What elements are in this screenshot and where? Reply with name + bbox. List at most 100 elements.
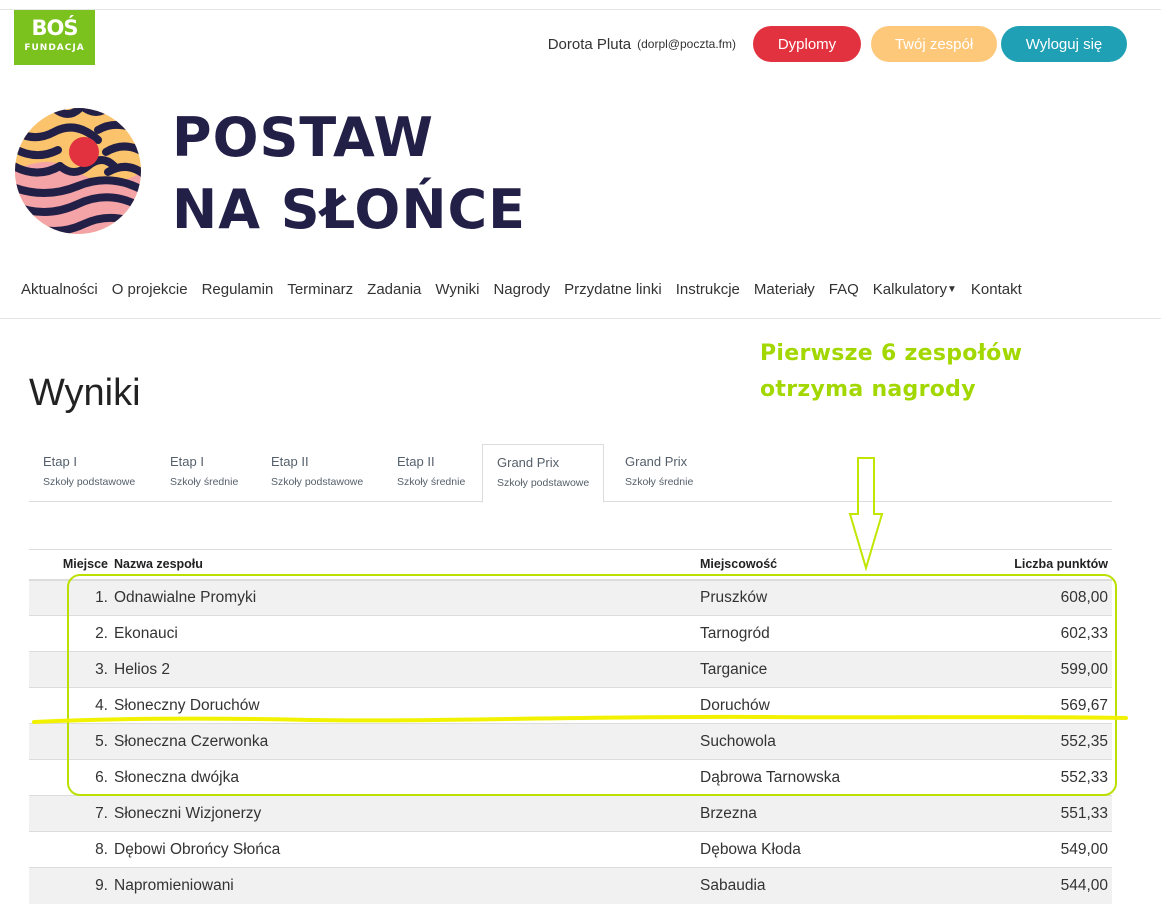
tab-title: Etap II (271, 454, 309, 469)
table-row: 5. Słoneczna Czerwonka Suchowola 552,35 (29, 723, 1112, 760)
tab-subtitle: Szkoły średnie (170, 476, 239, 488)
bos-logo-subtext: FUNDACJA (24, 43, 85, 53)
row-city: Dąbrowa Tarnowska (700, 759, 900, 796)
tab-grand-prix-primary[interactable]: Grand Prix Szkoły podstawowe (482, 444, 605, 503)
tab-subtitle: Szkoły średnie (625, 476, 694, 488)
row-points: 602,33 (900, 615, 1112, 652)
tab-stage-1-secondary[interactable]: Etap I Szkoły średnie (156, 444, 252, 502)
tab-subtitle: Szkoły podstawowe (43, 476, 136, 488)
table-row: 8. Dębowi Obrońcy Słońca Dębowa Kłoda 54… (29, 831, 1112, 868)
user-bar: Dorota Pluta (dorpl@poczta.fm) Dyplomy T… (548, 26, 1127, 62)
row-points: 544,00 (900, 867, 1112, 904)
diplomas-button[interactable]: Dyplomy (753, 26, 861, 62)
row-team-name: Napromieniowani (111, 867, 700, 904)
row-place: 3. (29, 651, 111, 688)
nav-item-schedule[interactable]: Terminarz (280, 281, 360, 298)
row-team-name: Słoneczny Doruchów (111, 687, 700, 724)
tab-subtitle: Szkoły podstawowe (271, 476, 364, 488)
row-points: 608,00 (900, 579, 1112, 616)
table-row: 4. Słoneczny Doruchów Doruchów 569,67 (29, 687, 1112, 724)
nav-item-tasks[interactable]: Zadania (360, 281, 428, 298)
tab-grand-prix-secondary[interactable]: Grand Prix Szkoły średnie (611, 444, 707, 502)
row-team-name: Dębowi Obrońcy Słońca (111, 831, 700, 868)
tab-title: Etap II (397, 454, 435, 469)
tab-title: Etap I (43, 454, 77, 469)
column-header-place: Miejsce (29, 549, 111, 581)
prize-annotation: Pierwsze 6 zespołów otrzyma nagrody (760, 336, 1022, 408)
tab-subtitle: Szkoły podstawowe (497, 477, 590, 489)
nav-item-prizes[interactable]: Nagrody (486, 281, 557, 298)
tab-stage-2-primary[interactable]: Etap II Szkoły podstawowe (257, 444, 377, 502)
nav-item-calculators[interactable]: Kalkulatory▼ (866, 281, 964, 298)
row-team-name: Helios 2 (111, 651, 700, 688)
results-tabs: Etap I Szkoły podstawowe Etap I Szkoły ś… (29, 444, 1112, 503)
table-row: 9. Napromieniowani Sabaudia 544,00 (29, 867, 1112, 904)
table-row: 6. Słoneczna dwójka Dąbrowa Tarnowska 55… (29, 759, 1112, 796)
row-points: 549,00 (900, 831, 1112, 868)
nav-item-calculators-label: Kalkulatory (872, 281, 947, 298)
user-email: (dorpl@poczta.fm) (637, 37, 736, 51)
column-header-points: Liczba punktów (900, 549, 1112, 581)
row-place: 1. (29, 579, 111, 616)
column-header-city: Miejscowość (700, 549, 900, 581)
row-city: Sabaudia (700, 867, 900, 904)
row-city: Targanice (700, 651, 900, 688)
nav-item-results[interactable]: Wyniki (428, 281, 486, 298)
annotation-line-2: otrzyma nagrody (760, 377, 976, 402)
nav-item-faq[interactable]: FAQ (822, 281, 866, 298)
sun-logo-icon[interactable] (14, 100, 142, 242)
nav-item-rules[interactable]: Regulamin (195, 281, 281, 298)
nav-item-materials[interactable]: Materiały (747, 281, 822, 298)
row-city: Doruchów (700, 687, 900, 724)
table-row: 7. Słoneczni Wizjonerzy Brzezna 551,33 (29, 795, 1112, 832)
row-points: 552,33 (900, 759, 1112, 796)
row-team-name: Ekonauci (111, 615, 700, 652)
row-team-name: Słoneczni Wizjonerzy (111, 795, 700, 832)
site-title-line-2: NA SŁOŃCE (172, 178, 527, 241)
nav-item-about[interactable]: O projekcie (105, 281, 195, 298)
row-place: 6. (29, 759, 111, 796)
row-team-name: Odnawialne Promyki (111, 579, 700, 616)
row-team-name: Słoneczna Czerwonka (111, 723, 700, 760)
caret-down-icon: ▼ (946, 284, 957, 295)
page-title: Wyniki (29, 372, 141, 414)
nav-item-news[interactable]: Aktualności (14, 281, 105, 298)
table-row: 1. Odnawialne Promyki Pruszków 608,00 (29, 579, 1112, 616)
tab-title: Grand Prix (497, 455, 560, 470)
tab-stage-1-primary[interactable]: Etap I Szkoły podstawowe (29, 444, 149, 502)
main-nav: Aktualności O projekcie Regulamin Termin… (14, 281, 1029, 298)
user-name: Dorota Pluta (547, 35, 632, 53)
tab-title: Grand Prix (625, 454, 688, 469)
row-city: Tarnogród (700, 615, 900, 652)
row-place: 8. (29, 831, 111, 868)
column-header-team-name: Nazwa zespołu (111, 549, 700, 581)
site-title-line-1: POSTAW (172, 106, 434, 169)
row-place: 9. (29, 867, 111, 904)
row-place: 2. (29, 615, 111, 652)
row-points: 569,67 (900, 687, 1112, 724)
row-points: 552,35 (900, 723, 1112, 760)
your-team-button[interactable]: Twój zespół (871, 26, 997, 62)
nav-item-useful-links[interactable]: Przydatne linki (557, 281, 669, 298)
table-row: 2. Ekonauci Tarnogród 602,33 (29, 615, 1112, 652)
row-city: Suchowola (700, 723, 900, 760)
tab-subtitle: Szkoły średnie (397, 476, 466, 488)
results-table: Miejsce Nazwa zespołu Miejscowość Liczba… (29, 549, 1112, 904)
tab-stage-2-secondary[interactable]: Etap II Szkoły średnie (383, 444, 479, 502)
row-city: Brzezna (700, 795, 900, 832)
row-city: Dębowa Kłoda (700, 831, 900, 868)
row-place: 4. (29, 687, 111, 724)
table-header-row: Miejsce Nazwa zespołu Miejscowość Liczba… (29, 549, 1112, 581)
site-title[interactable]: POSTAW NA SŁOŃCE (172, 102, 526, 246)
nav-item-instructions[interactable]: Instrukcje (669, 281, 747, 298)
row-place: 7. (29, 795, 111, 832)
bos-logo-text: BOŚ (31, 16, 79, 40)
table-row: 3. Helios 2 Targanice 599,00 (29, 651, 1112, 688)
logout-button[interactable]: Wyloguj się (1001, 26, 1127, 62)
bos-foundation-logo[interactable]: BOŚ FUNDACJA (14, 10, 95, 65)
row-place: 5. (29, 723, 111, 760)
annotation-line-1: Pierwsze 6 zespołów (760, 341, 1023, 366)
nav-divider (0, 318, 1161, 319)
row-points: 551,33 (900, 795, 1112, 832)
nav-item-contact[interactable]: Kontakt (964, 281, 1029, 298)
